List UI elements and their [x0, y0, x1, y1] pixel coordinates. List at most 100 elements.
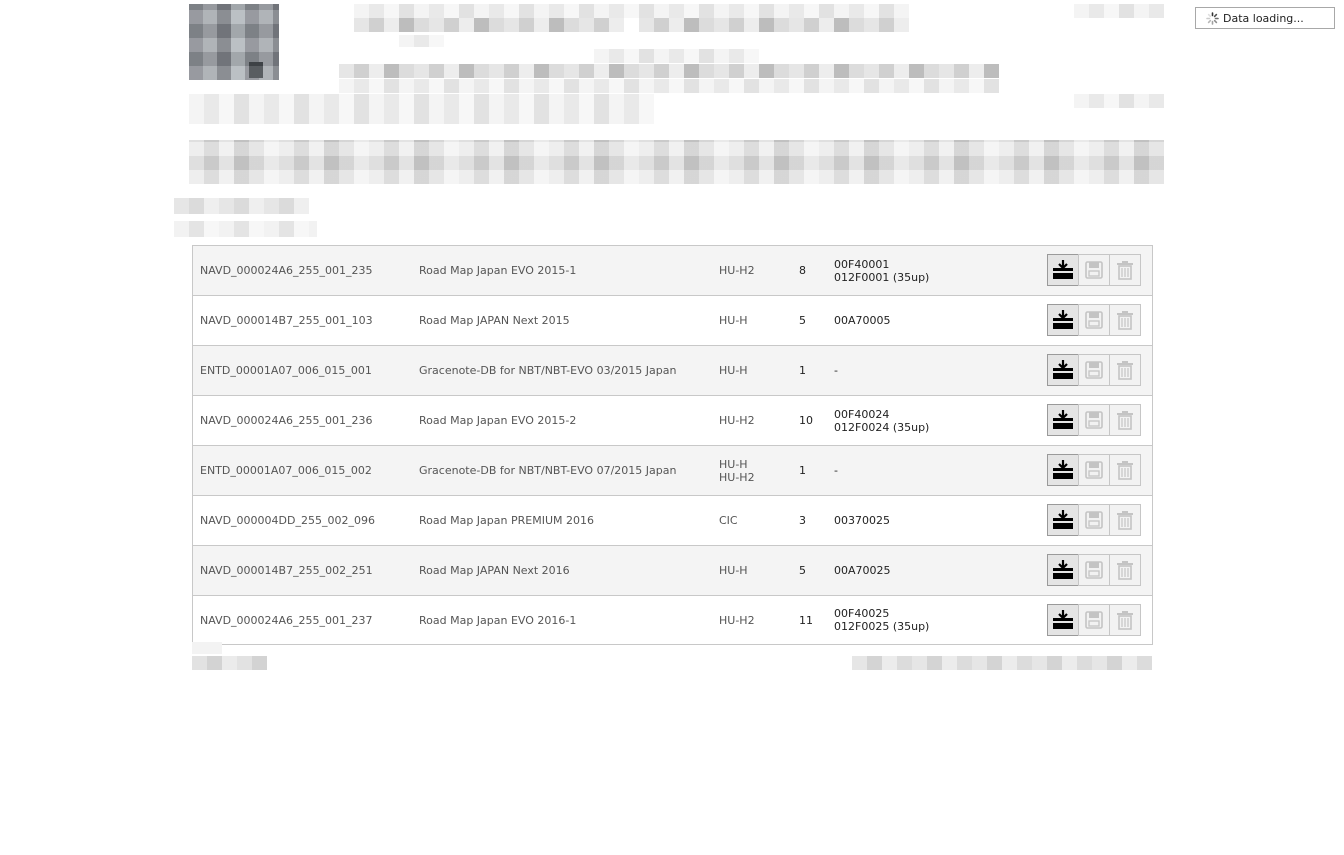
trash-icon	[1116, 460, 1134, 480]
table-row: NAVD_000024A6_255_001_235 Road Map Japan …	[193, 246, 1152, 296]
blurred-header-text	[639, 18, 909, 32]
cell-codes: 00F40024 012F0024 (35up)	[834, 396, 984, 445]
cell-head-unit: HU-H2	[719, 396, 799, 445]
head-unit-type: HU-H	[719, 457, 748, 471]
cell-package-name: Road Map Japan PREMIUM 2016	[419, 496, 709, 545]
cell-codes: 00F40025 012F0025 (35up)	[834, 596, 984, 644]
save-button[interactable]	[1078, 304, 1110, 336]
table-row: NAVD_000014B7_255_001_103 Road Map JAPAN …	[193, 296, 1152, 346]
trash-icon	[1116, 310, 1134, 330]
cell-package-id: ENTD_00001A07_006_015_002	[200, 446, 410, 495]
blurred-header-text	[354, 18, 624, 32]
save-button[interactable]	[1078, 254, 1110, 286]
save-icon	[1085, 511, 1103, 529]
cell-package-name: Gracenote-DB for NBT/NBT-EVO 07/2015 Jap…	[419, 446, 709, 495]
download-button[interactable]	[1047, 354, 1079, 386]
count-value: 10	[799, 414, 813, 427]
table-row: ENTD_00001A07_006_015_002 Gracenote-DB fo…	[193, 446, 1152, 496]
delete-button[interactable]	[1109, 254, 1141, 286]
head-unit-type: HU-H	[719, 364, 748, 377]
save-icon	[1085, 361, 1103, 379]
spinner-icon	[1206, 11, 1219, 25]
package-id: NAVD_000024A6_255_001_235	[200, 264, 373, 277]
download-icon	[1052, 560, 1074, 580]
fsc-code: -	[834, 464, 838, 477]
download-button[interactable]	[1047, 254, 1079, 286]
count-value: 1	[799, 464, 806, 477]
save-button[interactable]	[1078, 554, 1110, 586]
cell-package-id: NAVD_000014B7_255_002_251	[200, 546, 410, 595]
head-unit-type: HU-H2	[719, 264, 755, 277]
cell-count: 5	[799, 296, 829, 345]
save-icon	[1085, 411, 1103, 429]
save-icon	[1085, 311, 1103, 329]
delete-button[interactable]	[1109, 404, 1141, 436]
package-id: NAVD_000024A6_255_001_236	[200, 414, 373, 427]
row-actions	[1047, 454, 1141, 486]
cell-codes: 00F40001 012F0001 (35up)	[834, 246, 984, 295]
cell-count: 8	[799, 246, 829, 295]
save-button[interactable]	[1078, 604, 1110, 636]
package-id: NAVD_000004DD_255_002_096	[200, 514, 375, 527]
delete-button[interactable]	[1109, 604, 1141, 636]
delete-button[interactable]	[1109, 304, 1141, 336]
package-id: NAVD_000024A6_255_001_237	[200, 613, 373, 627]
head-unit-type: HU-H	[719, 564, 748, 577]
download-icon	[1052, 360, 1074, 380]
row-actions	[1047, 304, 1141, 336]
cell-package-name: Road Map JAPAN Next 2016	[419, 546, 709, 595]
head-unit-type: CIC	[719, 514, 738, 527]
count-value: 1	[799, 364, 806, 377]
blurred-header-text	[354, 4, 909, 18]
download-button[interactable]	[1047, 604, 1079, 636]
cell-codes: -	[834, 346, 984, 395]
package-name: Road Map Japan EVO 2015-1	[419, 264, 577, 277]
cell-codes: 00A70025	[834, 546, 984, 595]
cell-head-unit: HU-H	[719, 546, 799, 595]
download-icon	[1052, 510, 1074, 530]
fsc-code: 00370025	[834, 514, 890, 527]
delete-button[interactable]	[1109, 554, 1141, 586]
row-actions	[1047, 504, 1141, 536]
blurred-footer	[192, 642, 222, 654]
trash-icon	[1116, 410, 1134, 430]
trash-icon	[1116, 510, 1134, 530]
package-name: Gracenote-DB for NBT/NBT-EVO 07/2015 Jap…	[419, 464, 677, 477]
save-icon	[1085, 261, 1103, 279]
table-row: ENTD_00001A07_006_015_001 Gracenote-DB fo…	[193, 346, 1152, 396]
package-name: Road Map JAPAN Next 2015	[419, 314, 570, 327]
save-button[interactable]	[1078, 404, 1110, 436]
download-button[interactable]	[1047, 454, 1079, 486]
row-actions	[1047, 404, 1141, 436]
save-button[interactable]	[1078, 504, 1110, 536]
fsc-code: 012F0024 (35up)	[834, 420, 930, 434]
delete-button[interactable]	[1109, 354, 1141, 386]
package-id: NAVD_000014B7_255_001_103	[200, 314, 373, 327]
trash-icon	[1116, 610, 1134, 630]
download-button[interactable]	[1047, 504, 1079, 536]
blurred-header-text	[594, 49, 759, 63]
fsc-code: -	[834, 364, 838, 377]
save-button[interactable]	[1078, 454, 1110, 486]
head-unit-type: HU-H2	[719, 414, 755, 427]
count-value: 8	[799, 264, 806, 277]
cell-package-name: Road Map Japan EVO 2015-2	[419, 396, 709, 445]
cell-head-unit: HU-H HU-H2	[719, 446, 799, 495]
save-button[interactable]	[1078, 354, 1110, 386]
loading-label: Data loading...	[1223, 11, 1304, 25]
blurred-nav	[189, 94, 654, 124]
delete-button[interactable]	[1109, 454, 1141, 486]
save-icon	[1085, 611, 1103, 629]
table-row: NAVD_000024A6_255_001_237 Road Map Japan …	[193, 596, 1152, 644]
delete-button[interactable]	[1109, 504, 1141, 536]
download-button[interactable]	[1047, 554, 1079, 586]
cell-count: 1	[799, 346, 829, 395]
blurred-footer-right	[852, 656, 1152, 670]
cell-package-name: Road Map Japan EVO 2015-1	[419, 246, 709, 295]
download-button[interactable]	[1047, 304, 1079, 336]
download-button[interactable]	[1047, 404, 1079, 436]
cell-package-id: NAVD_000014B7_255_001_103	[200, 296, 410, 345]
blurred-header-text	[339, 79, 999, 93]
count-value: 11	[799, 613, 813, 627]
cell-head-unit: HU-H2	[719, 246, 799, 295]
